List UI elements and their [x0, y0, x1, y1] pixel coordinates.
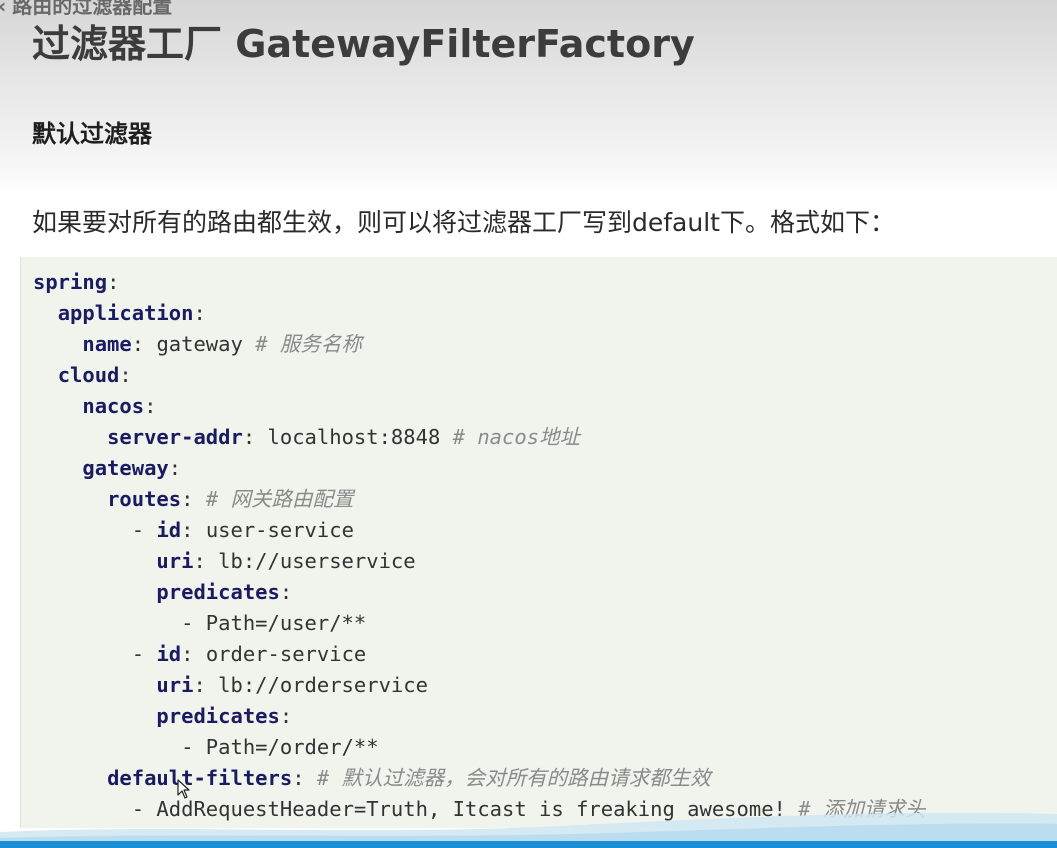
- yaml-punct: :: [193, 549, 219, 573]
- chevron-left-icon: ‹: [0, 0, 6, 18]
- yaml-code-block: spring: application: name: gateway # 服务名…: [20, 257, 1057, 828]
- code-line: spring:: [33, 267, 119, 298]
- yaml-key: spring: [33, 270, 108, 294]
- yaml-comment: # 服务名称: [255, 332, 362, 356]
- yaml-value: localhost:8848: [267, 425, 453, 449]
- yaml-list-dash: -: [131, 642, 157, 666]
- yaml-value: - Path=/user/**: [181, 611, 367, 635]
- page-title: 过滤器工厂 GatewayFilterFactory: [32, 22, 695, 66]
- code-line: - Path=/user/**: [33, 608, 366, 639]
- yaml-key: name: [82, 332, 132, 356]
- yaml-key: uri: [156, 673, 194, 697]
- yaml-comment: # 默认过滤器，会对所有的路由请求都生效: [316, 766, 711, 790]
- yaml-key: server-addr: [107, 425, 243, 449]
- code-line: - id: order-service: [33, 639, 367, 670]
- yaml-value: user-service: [205, 518, 354, 542]
- yaml-punct: :: [181, 642, 206, 666]
- breadcrumb-label: 路由的过滤器配置: [12, 0, 173, 18]
- yaml-key: nacos: [82, 394, 145, 418]
- yaml-punct: :: [292, 766, 317, 790]
- code-line: server-addr: localhost:8848 # nacos地址: [33, 422, 580, 453]
- yaml-key: id: [156, 642, 182, 666]
- yaml-key: predicates: [156, 580, 280, 604]
- yaml-punct: :: [168, 456, 182, 480]
- code-line: - id: user-service: [33, 515, 354, 546]
- yaml-key: routes: [107, 487, 182, 511]
- yaml-key: id: [156, 518, 182, 542]
- bottom-accent-bar: [0, 841, 1057, 848]
- code-line: predicates:: [33, 701, 292, 732]
- yaml-comment: # nacos地址: [452, 425, 581, 449]
- yaml-key: predicates: [156, 704, 280, 728]
- code-line: gateway:: [33, 453, 181, 484]
- yaml-value: lb://orderservice: [218, 673, 428, 697]
- code-line: default-filters: # 默认过滤器，会对所有的路由请求都生效: [33, 763, 711, 794]
- mouse-pointer-icon: [177, 779, 190, 799]
- yaml-punct: :: [181, 487, 206, 511]
- yaml-value: - Path=/order/**: [181, 735, 379, 759]
- yaml-value: gateway: [156, 332, 256, 356]
- yaml-punct: :: [119, 363, 132, 387]
- code-line: routes: # 网关路由配置: [33, 484, 354, 515]
- code-line: application:: [33, 298, 206, 329]
- code-line: cloud:: [33, 360, 132, 391]
- intro-text: 如果要对所有的路由都生效，则可以将过滤器工厂写到default下。格式如下：: [32, 208, 895, 237]
- yaml-punct: :: [193, 673, 219, 697]
- yaml-key: cloud: [57, 363, 120, 387]
- breadcrumb[interactable]: ‹ 路由的过滤器配置: [0, 0, 172, 19]
- section-heading: 默认过滤器: [32, 120, 152, 148]
- code-line: predicates:: [33, 577, 292, 608]
- yaml-punct: :: [181, 518, 206, 542]
- yaml-comment: # 网关路由配置: [205, 487, 354, 511]
- yaml-punct: :: [193, 301, 206, 325]
- yaml-punct: :: [279, 704, 293, 728]
- code-line: - Path=/order/**: [33, 732, 379, 763]
- yaml-punct: :: [279, 580, 293, 604]
- yaml-key: gateway: [82, 456, 169, 480]
- code-line: uri: lb://userservice: [33, 546, 416, 577]
- yaml-punct: :: [131, 332, 157, 356]
- yaml-value: lb://userservice: [218, 549, 416, 573]
- yaml-list-dash: -: [131, 518, 157, 542]
- yaml-key: default-filters: [107, 766, 293, 790]
- yaml-punct: :: [107, 270, 120, 294]
- code-line: nacos:: [33, 391, 156, 422]
- yaml-value: order-service: [205, 642, 367, 666]
- code-line: uri: lb://orderservice: [33, 670, 428, 701]
- yaml-punct: :: [144, 394, 157, 418]
- yaml-punct: :: [242, 425, 268, 449]
- yaml-key: application: [57, 301, 194, 325]
- code-line: name: gateway # 服务名称: [33, 329, 362, 360]
- yaml-key: uri: [156, 549, 194, 573]
